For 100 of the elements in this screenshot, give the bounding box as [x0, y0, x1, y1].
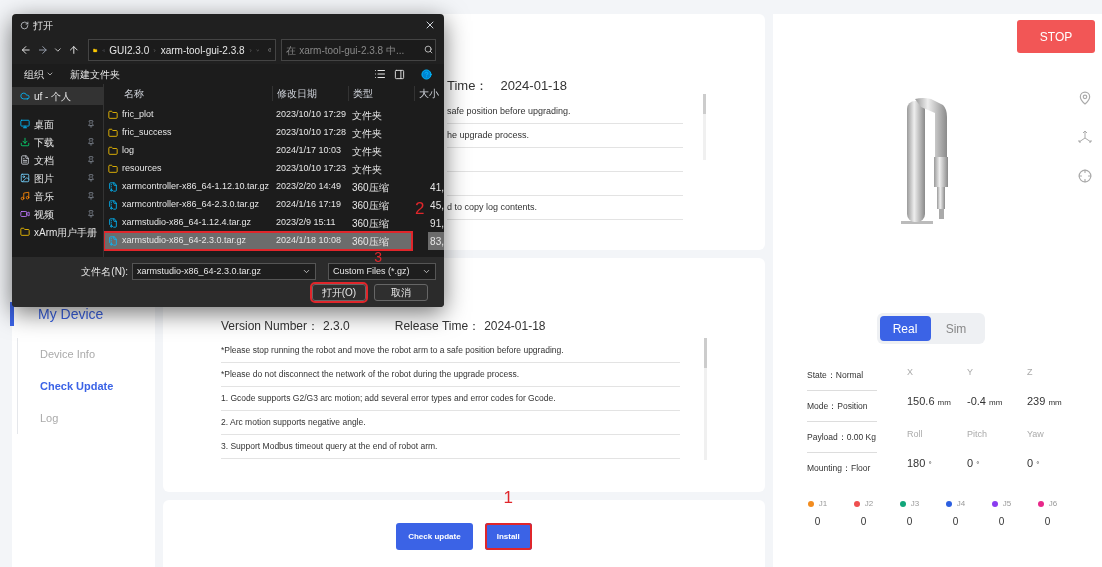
coord-label: X [907, 366, 914, 379]
file-date: 2023/10/10 17:23 [275, 162, 348, 176]
mode-tab[interactable]: Real [879, 316, 931, 341]
file-row[interactable]: xarmstudio-x86_64-1.12.4.tar.gz 2023/2/9 15:11 360压缩 [104, 214, 413, 232]
file-date: 2024/1/16 17:19 [275, 198, 343, 212]
dialog-button[interactable]: 取消 [374, 284, 428, 301]
file-type: 360压缩 [351, 180, 389, 195]
file-row[interactable]: xarmcontroller-x86_64-1.12.10.tar.gz 2023/2/20 14:49 360压缩 [104, 178, 413, 196]
file-name: xarmcontroller-x86_64-2.3.0.tar.gz [122, 198, 260, 212]
file-type-select[interactable]: Custom Files (*.gz) [328, 263, 436, 280]
path-segment[interactable]: xarm-tool-gui-2.3.8 [160, 42, 245, 58]
release-date: 2024-01-18 [500, 77, 567, 96]
release-date: 2024-01-18 [484, 318, 546, 335]
coord-value: 239 mm [1027, 394, 1063, 409]
release-note: 1. Gcode supports G2/G3 arc motion; add several error types and error codes for Gcode. [221, 392, 556, 405]
file-type: 360压缩 [351, 198, 389, 213]
release-note: *Please do not disconnect the network of the robot during the upgrade process. [221, 368, 520, 381]
app-icon [20, 20, 29, 30]
coord-value: 0 ° [967, 456, 981, 471]
joint-label: J5 [1002, 498, 1012, 510]
release-note: safe position before upgrading. [447, 104, 571, 118]
file-row[interactable]: fric_success 2023/10/10 17:28 文件夹 [104, 124, 413, 142]
release-note: 2. Arc motion supports negative angle. [221, 416, 366, 429]
dropdown-icon [302, 267, 311, 276]
toolbar-button[interactable]: 组织 [24, 66, 54, 82]
file-row[interactable]: log 2024/1/17 10:03 文件夹 [104, 142, 413, 160]
close-icon[interactable] [424, 19, 436, 31]
file-size: 91, [429, 216, 444, 231]
file-date: 2023/10/10 17:29 [275, 108, 348, 122]
nav-item[interactable]: 视频 [12, 205, 103, 223]
file-type: 360压缩 [351, 216, 389, 231]
file-type: 360压缩 [351, 234, 389, 249]
monitor-icon [20, 119, 30, 129]
scrollbar[interactable] [703, 94, 706, 160]
joint-value: 0 [998, 515, 1005, 529]
list-view-icon[interactable] [374, 68, 386, 80]
release-note: *Please stop running the robot and move the robot arm to a safe position before upgrading. [221, 344, 564, 357]
column-header[interactable]: 类型 [348, 85, 414, 101]
filename-label: 文件名(N): [81, 265, 128, 279]
release-note: d to copy log contents. [447, 200, 538, 214]
coord-label: Pitch [967, 428, 988, 441]
search-field[interactable]: 在 xarm-tool-gui-2.3.8 中... [281, 39, 436, 61]
joint-label: J6 [1048, 498, 1058, 510]
file-type: 文件夹 [351, 144, 382, 159]
release-label: Time： [447, 77, 489, 96]
forward-icon[interactable] [36, 44, 49, 56]
joint-label: J1 [818, 498, 828, 510]
dialog-button[interactable]: 打开(O) [312, 284, 366, 301]
back-icon[interactable] [20, 44, 32, 56]
sidebar-item[interactable]: Check Update [18, 370, 155, 402]
up-icon[interactable] [67, 44, 80, 56]
file-size: 83, [429, 234, 444, 249]
folder-icon [108, 164, 118, 174]
status-text: Mode：Position [807, 399, 868, 413]
status-text: State：Normal [807, 368, 864, 382]
joint-value: 0 [952, 515, 959, 529]
preview-pane-icon[interactable] [394, 68, 405, 80]
pin-icon [87, 138, 95, 146]
file-date: 2023/10/10 17:28 [275, 126, 348, 140]
file-row[interactable]: xarmcontroller-x86_64-2.3.0.tar.gz 2024/1/16 17:19 360压缩 [104, 196, 413, 214]
update-button[interactable]: Check update [396, 523, 473, 550]
joint-value: 0 [860, 515, 867, 529]
nav-item[interactable]: 下载 [12, 133, 103, 151]
release-label: Release Time： [394, 318, 481, 335]
nav-item[interactable]: 图片 [12, 169, 103, 187]
picture-icon [20, 173, 30, 183]
status-text: Payload：0.00 Kg [807, 430, 877, 444]
filename-field[interactable]: xarmstudio-x86_64-2.3.0.tar.gz [132, 263, 316, 280]
nav-item[interactable]: uf - 个人 [12, 87, 103, 105]
joint-value: 0 [906, 515, 913, 529]
refresh-icon[interactable] [267, 45, 272, 55]
annotation-number: 2 [415, 200, 425, 217]
joint-value: 0 [814, 515, 821, 529]
joint-label: J4 [956, 498, 966, 510]
path-segment[interactable]: GUI2.3.0 [109, 42, 150, 58]
joint-value: 0 [1044, 515, 1051, 529]
video-icon [20, 209, 30, 219]
path-bar[interactable]: GUI2.3.0 xarm-tool-gui-2.3.8 [88, 39, 277, 61]
history-icon[interactable] [53, 45, 63, 55]
nav-item[interactable]: 桌面 [12, 115, 103, 133]
folder-icon [20, 227, 30, 237]
nav-item[interactable]: xArm用户手册 [12, 223, 103, 241]
annotation-number: 3 [374, 250, 382, 264]
toolbar-button[interactable]: 新建文件夹 [70, 66, 120, 82]
file-name: log [122, 144, 134, 158]
file-row[interactable]: xarmstudio-x86_64-2.3.0.tar.gz 2024/1/18 10:08 360压缩 [104, 232, 413, 250]
nav-item[interactable]: 音乐 [12, 187, 103, 205]
nav-item[interactable]: 文档 [12, 151, 103, 169]
folder-icon [108, 146, 118, 156]
column-header[interactable]: 名称 [104, 85, 272, 101]
help-icon[interactable] [421, 68, 432, 80]
file-name: xarmstudio-x86_64-2.3.0.tar.gz [122, 234, 247, 248]
pin-icon [87, 174, 95, 182]
column-header[interactable]: 修改日期 [272, 85, 348, 101]
file-type: 文件夹 [351, 126, 382, 141]
version-number: 2.3.0 [323, 318, 350, 335]
file-row[interactable]: fric_plot 2023/10/10 17:29 文件夹 [104, 106, 413, 124]
file-size: 45, [429, 198, 444, 213]
column-header[interactable]: 大小 [414, 85, 439, 101]
file-row[interactable]: resources 2023/10/10 17:23 文件夹 [104, 160, 413, 178]
